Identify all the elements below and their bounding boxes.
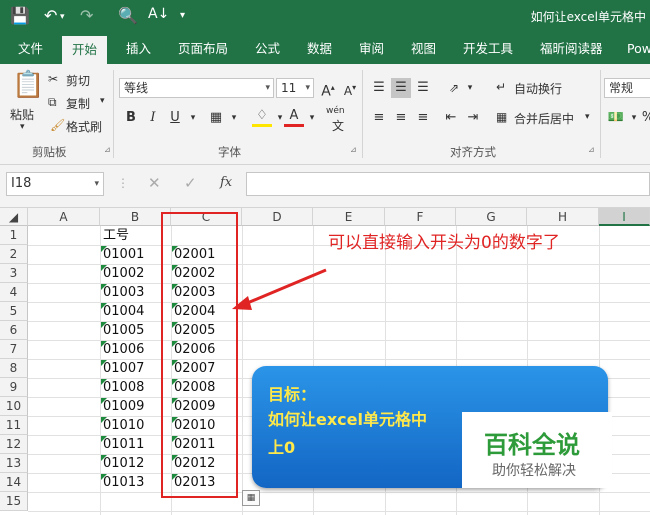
watermark-subtitle: 助你轻松解决 — [492, 463, 576, 479]
watermark-title: 百科全说 — [484, 431, 580, 459]
paste-options-icon[interactable]: ▦ — [242, 490, 260, 506]
callout-line-2: 如何让excel单元格中 — [268, 410, 427, 429]
callout-line-3: 上0 — [268, 438, 296, 457]
callout-line-1: 目标： — [268, 385, 317, 404]
